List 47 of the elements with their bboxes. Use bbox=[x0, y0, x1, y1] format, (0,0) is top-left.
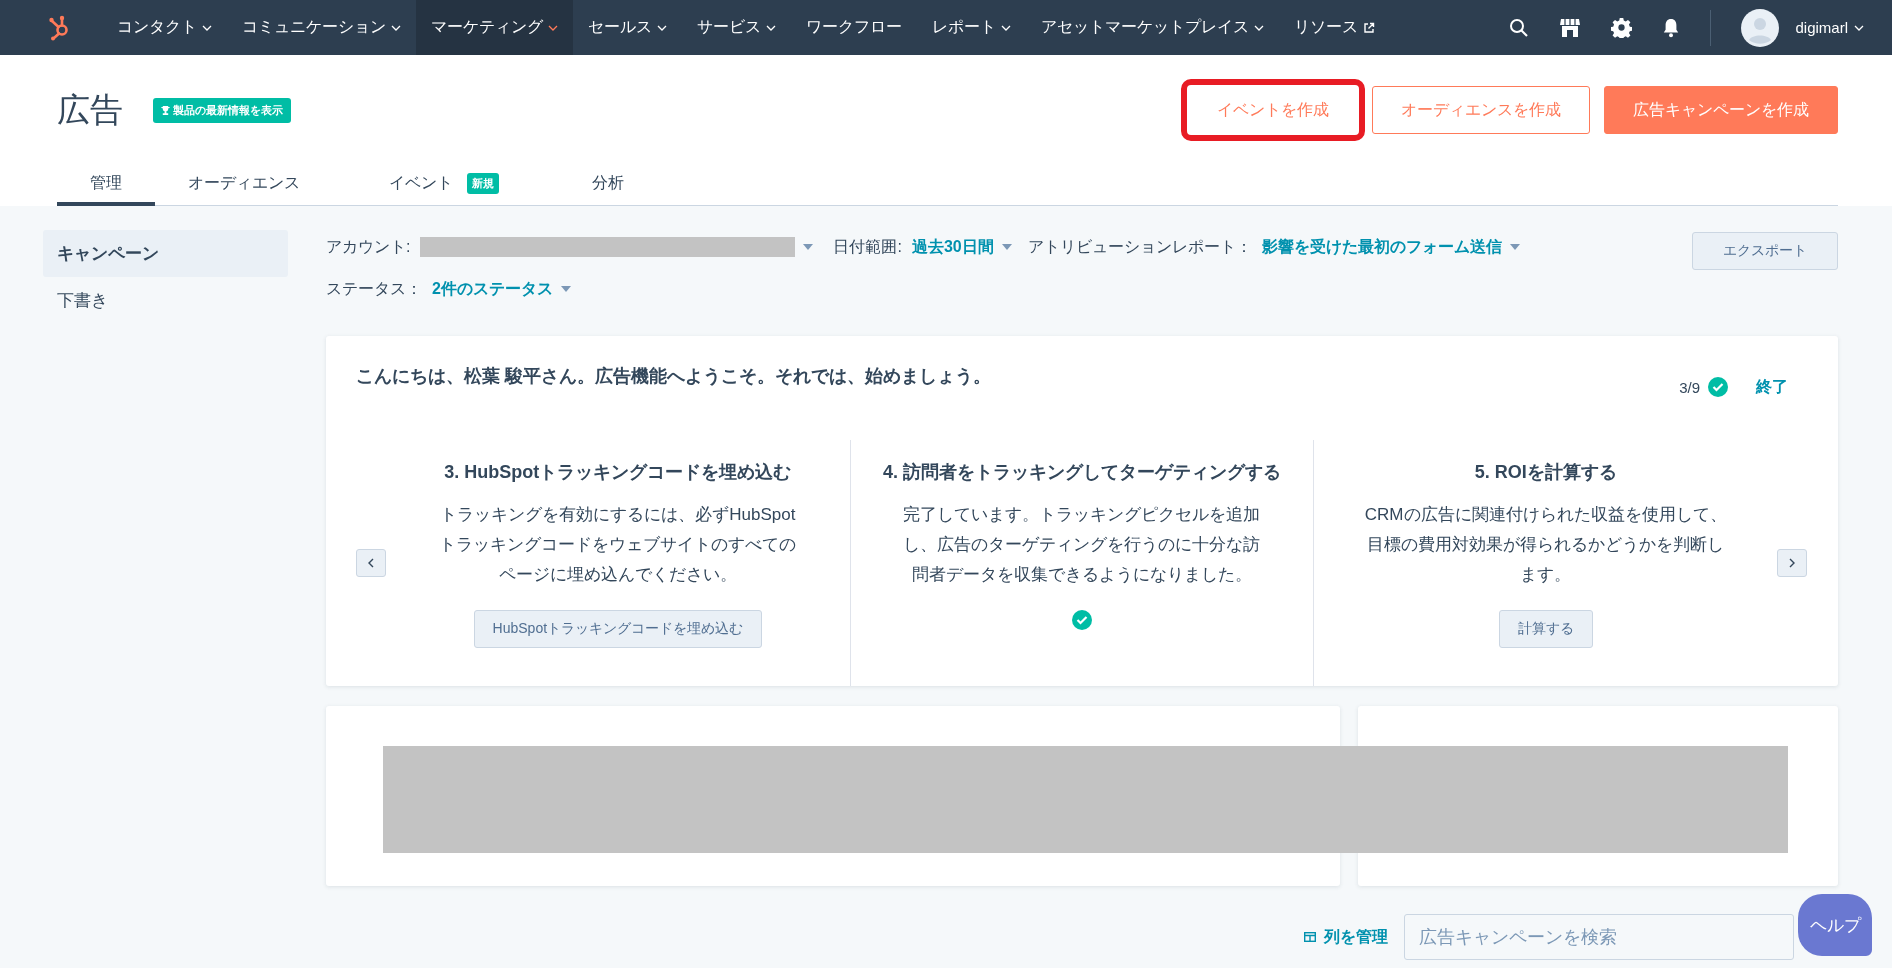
step-title: 4. 訪問者をトラッキングしてターゲティングする bbox=[883, 461, 1281, 484]
new-badge: 新規 bbox=[467, 173, 499, 194]
columns-icon[interactable] bbox=[1304, 932, 1316, 942]
nav-menu-item[interactable]: コンタクト bbox=[102, 0, 227, 55]
storefront-icon[interactable] bbox=[1559, 16, 1582, 39]
step-description: トラッキングを有効にするには、必ずHubSpotトラッキングコードをウェブサイトのすべてのページに埋め込んでください。 bbox=[438, 504, 798, 586]
search-icon[interactable] bbox=[1509, 17, 1530, 38]
nav-menu-item[interactable]: セールス bbox=[573, 0, 682, 55]
user-menu[interactable]: digimarl bbox=[1795, 19, 1864, 36]
sidebar-item[interactable]: 下書き bbox=[43, 277, 288, 324]
step-description: 完了しています。トラッキングピクセルを追加し、広告のターゲティングを行うのに十分な訪問者データを収集できるようになりました。 bbox=[902, 504, 1262, 586]
help-button[interactable]: ヘルプ bbox=[1798, 894, 1872, 956]
check-circle-icon bbox=[1708, 377, 1728, 397]
nav-menu-item[interactable]: リソース bbox=[1279, 0, 1390, 55]
search-field[interactable]: 広告キャンペーンを検索 bbox=[1404, 914, 1794, 960]
sidebar-item[interactable]: キャンペーン bbox=[43, 230, 288, 277]
finish-link[interactable]: 終了 bbox=[1756, 376, 1788, 398]
avatar-icon[interactable] bbox=[1741, 8, 1780, 47]
nav-menu-item[interactable]: ワークフロー bbox=[791, 0, 917, 55]
step-title: 3. HubSpotトラッキングコードを埋め込む bbox=[444, 461, 792, 484]
notification-bell-icon[interactable] bbox=[1662, 17, 1681, 38]
nav-menu-item[interactable]: アセットマーケットプレイス bbox=[1026, 0, 1279, 55]
nav-menu-item[interactable]: レポート bbox=[917, 0, 1026, 55]
nav-menu-item[interactable]: マーケティング bbox=[416, 0, 573, 55]
tab[interactable]: 分析 bbox=[559, 165, 657, 206]
tab[interactable]: イベント 新規 bbox=[333, 165, 559, 206]
step-title: 5. ROIを計算する bbox=[1474, 461, 1617, 484]
step-description: CRMの広告に関連付けられた収益を使用して、目標の費用対効果が得られるかどうかを判断します。 bbox=[1363, 504, 1728, 586]
page-title: 広告 bbox=[57, 89, 123, 130]
external-link-icon[interactable] bbox=[1363, 21, 1375, 34]
step-action-button[interactable]: HubSpotトラッキングコードを埋め込む bbox=[473, 610, 763, 648]
tab[interactable]: オーディエンス bbox=[155, 165, 333, 206]
step-action-button[interactable]: 計算する bbox=[1498, 610, 1593, 648]
export-button[interactable]: エクスポート bbox=[1692, 232, 1838, 270]
filter-label: ステータス： bbox=[326, 278, 422, 299]
progress-count: 3/9 bbox=[1679, 378, 1700, 396]
tab[interactable]: 管理 bbox=[57, 165, 155, 206]
chevron-right-icon[interactable] bbox=[1789, 558, 1795, 568]
greeting-text: こんにちは、松葉 駿平さん。広告機能へようこそ。それでは、始めましょう。 bbox=[356, 365, 991, 388]
filter-label: アトリビューションレポート： bbox=[1027, 236, 1252, 257]
filter-label: 日付範囲: bbox=[833, 236, 902, 257]
settings-icon[interactable] bbox=[1611, 17, 1633, 38]
caret-icon[interactable] bbox=[548, 24, 558, 31]
nav-menu-item[interactable]: サービス bbox=[682, 0, 791, 55]
chevron-left-icon[interactable] bbox=[368, 558, 374, 568]
filter-label: アカウント: bbox=[326, 236, 411, 257]
nav-menu-item[interactable]: コミュニケーション bbox=[227, 0, 416, 55]
